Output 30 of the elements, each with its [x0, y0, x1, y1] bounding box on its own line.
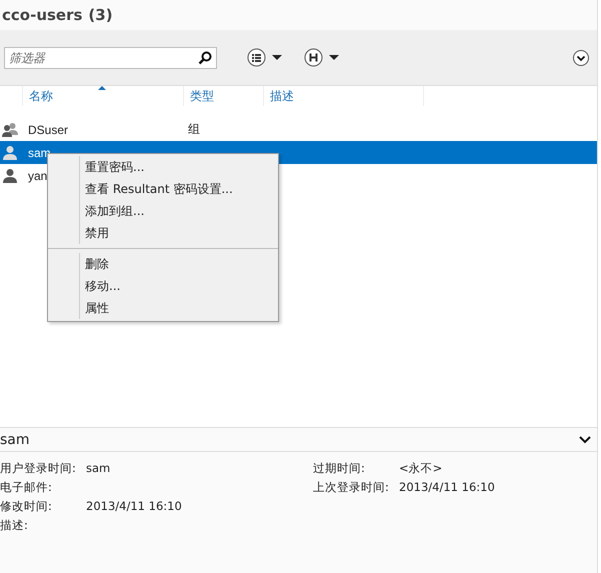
field-label: 修改时间: [0, 499, 53, 514]
field-label: 电子邮件: [0, 480, 53, 495]
field-value: <永不> [399, 461, 444, 476]
column-header[interactable]: 类型 [183, 86, 263, 106]
caret-icon [329, 55, 339, 60]
field-label: 上次登录时间: [313, 480, 390, 495]
field-label: 描述: [0, 518, 29, 533]
window-title: cco-users [2, 6, 82, 24]
field-label: 过期时间: [313, 461, 366, 476]
field-value: sam [86, 461, 112, 476]
name-cell[interactable]: DSuser [28, 122, 188, 136]
chevron-down-icon [573, 50, 589, 66]
column-header[interactable]: 描述 [263, 86, 423, 106]
filter-field[interactable]: 筛选器 [4, 46, 217, 68]
group-icon [1, 122, 19, 138]
search-icon [198, 50, 212, 64]
expand-button[interactable] [573, 50, 589, 66]
user-icon [2, 168, 18, 184]
caret-icon [272, 55, 282, 60]
type-cell: 组 [188, 121, 200, 138]
field-label: 用户登录时间: [0, 461, 77, 476]
chevron-down-icon [579, 436, 591, 444]
field-value: 2013/4/11 16:10 [399, 480, 496, 495]
view-options-button[interactable] [247, 48, 282, 67]
details-title: sam [0, 432, 30, 448]
field-value: 2013/4/11 16:10 [86, 499, 183, 514]
list-icon [247, 48, 266, 67]
item-count: (3) [88, 6, 113, 24]
save-query-button[interactable] [304, 48, 339, 67]
user-icon [2, 144, 18, 160]
